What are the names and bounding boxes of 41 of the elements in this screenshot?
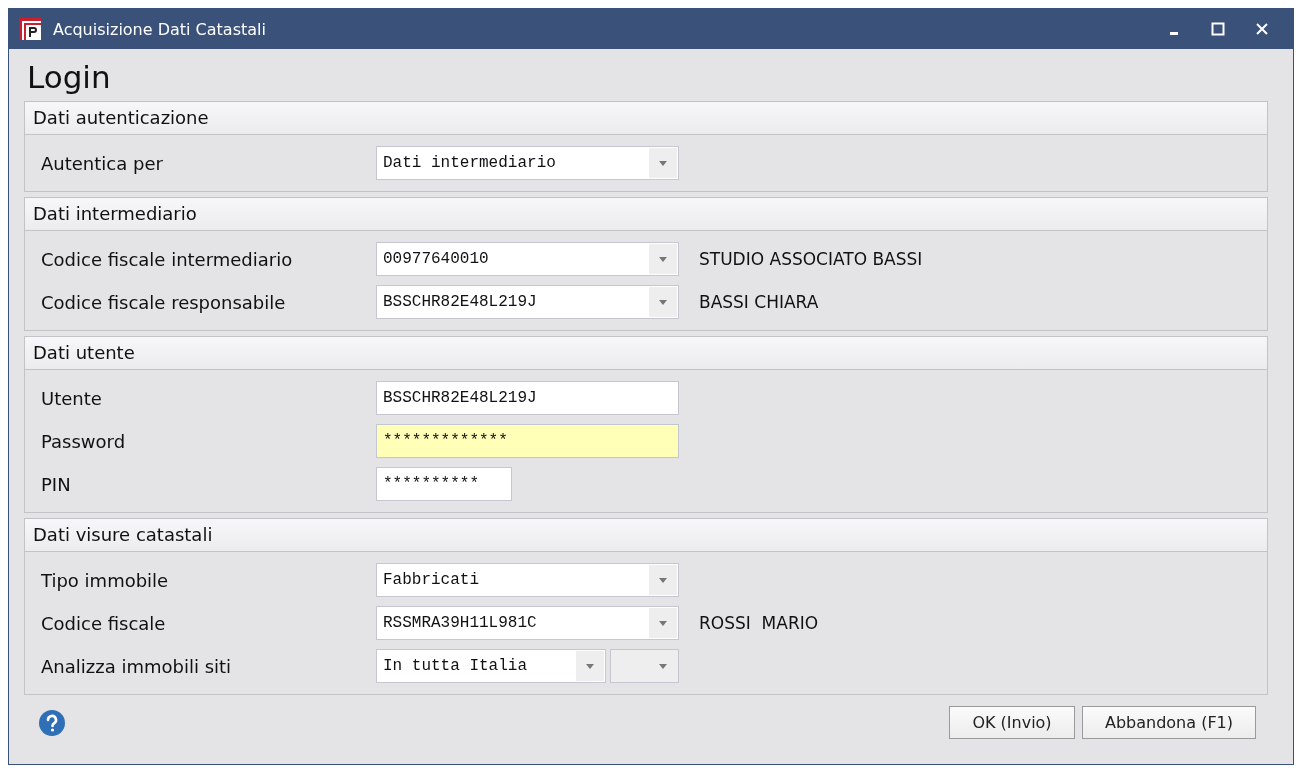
caret-icon (659, 256, 667, 262)
caret-icon (659, 160, 667, 166)
caret-icon (659, 663, 667, 669)
dropdown-field[interactable]: RSSMRA39H11L981C (376, 606, 679, 640)
dropdown-field[interactable]: In tutta Italia (376, 649, 606, 683)
section-title: Dati autenticazione (25, 102, 1267, 135)
maximize-icon[interactable] (1211, 22, 1225, 36)
input-field[interactable]: BSSCHR82E48L219J (376, 381, 679, 415)
field-label: Codice fiscale intermediario (40, 248, 294, 270)
field-label: Password (40, 430, 127, 452)
section-title: Dati utente (25, 337, 1267, 370)
window-title: Acquisizione Dati Catastali (53, 19, 267, 39)
dialog-button[interactable]: Abbandona (F1) (1082, 706, 1256, 739)
dropdown-field[interactable]: Fabbricati (376, 563, 679, 597)
app-logo-icon (19, 18, 41, 40)
owner-name: ROSSI MARIO (699, 613, 819, 633)
caret-icon (659, 577, 667, 583)
field-label: Autentica per (40, 152, 164, 174)
field-label: PIN (40, 473, 72, 495)
input-field[interactable]: ************* (376, 424, 679, 458)
dropdown-field[interactable]: Dati intermediario (376, 146, 679, 180)
owner-name: STUDIO ASSOCIATO BASSI (699, 249, 923, 269)
input-field[interactable]: ********** (376, 467, 512, 501)
caret-icon (586, 663, 594, 669)
field-label: Tipo immobile (40, 569, 170, 591)
form-heading: Login (27, 59, 112, 95)
dialog-button[interactable]: OK (Invio) (949, 706, 1075, 739)
section-title: Dati intermediario (25, 198, 1267, 231)
field-label: Analizza immobili siti (40, 655, 233, 677)
help-icon[interactable] (39, 709, 65, 736)
section-title: Dati visure catastali (25, 519, 1267, 552)
dropdown-field[interactable] (610, 649, 679, 683)
dropdown-field[interactable]: BSSCHR82E48L219J (376, 285, 679, 319)
field-label: Utente (40, 387, 103, 409)
close-icon[interactable] (1255, 22, 1269, 36)
field-label: Codice fiscale responsabile (40, 291, 287, 313)
field-label: Codice fiscale (40, 612, 167, 634)
dropdown-field[interactable]: 00977640010 (376, 242, 679, 276)
owner-name: BASSI CHIARA (699, 292, 819, 312)
caret-icon (659, 620, 667, 626)
caret-icon (659, 299, 667, 305)
